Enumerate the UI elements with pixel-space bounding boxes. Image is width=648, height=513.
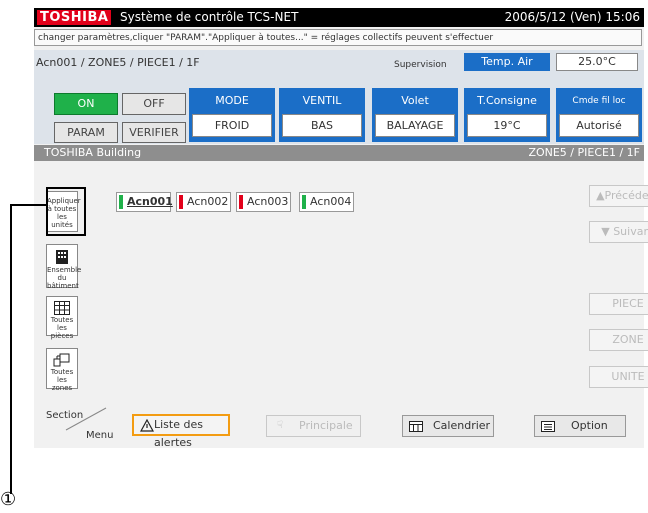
status-bar [239,195,243,209]
tab-label: Acn002 [187,195,229,208]
temp-air-value: 25.0°C [556,53,638,71]
grid-icon [54,301,70,315]
principale-icon: ☟ [277,420,284,431]
location-bar: TOSHIBA Building ZONE5 / PIECE1 / 1F [34,145,644,161]
consigne-control[interactable]: T.Consigne 19°C [464,88,550,142]
all-zones-button[interactable]: Toutes les zones [46,348,78,392]
app-title: Système de contrôle TCS-NET [120,10,299,24]
info-message: changer paramètres,cliquer "PARAM"."Appl… [34,29,642,46]
status-bar [119,195,123,209]
warning-icon [140,419,154,432]
volet-control[interactable]: Volet BALAYAGE [372,88,458,142]
principale-label: Principale [299,419,353,432]
ventil-control[interactable]: VENTIL BAS [279,88,365,142]
zone-button[interactable]: ZONE [589,329,648,351]
param-button[interactable]: PARAM [54,122,118,143]
status-bar [179,195,183,209]
building-name: TOSHIBA Building [44,146,142,159]
temp-air-label: Temp. Air [464,53,550,71]
cmde-fil-control[interactable]: Cmde fil loc Autorisé [556,88,642,142]
building-all-label: Ensemble du bâtiment [47,266,82,290]
tab-acn002[interactable]: Acn002 [176,192,231,212]
tab-acn003[interactable]: Acn003 [236,192,291,212]
unit-control-panel: Acn001 / ZONE5 / PIECE1 / 1F Supervision… [34,50,644,144]
zones-icon [53,353,70,367]
unite-button[interactable]: UNITE [589,366,648,388]
tab-label: Acn003 [247,195,289,208]
zone-path: ZONE5 / PIECE1 / 1F [528,146,640,159]
app-window: TOSHIBA Système de contrôle TCS-NET 2006… [34,8,648,449]
off-button[interactable]: OFF [122,93,186,115]
building-all-button[interactable]: Ensemble du bâtiment [46,244,82,290]
tab-label: Acn001 [127,195,173,208]
all-rooms-label: Toutes les pièces [50,316,74,340]
next-button[interactable]: ▼ Suivant [589,221,648,243]
unit-path: Acn001 / ZONE5 / PIECE1 / 1F [36,56,200,69]
alerts-label: Liste des alertes [154,418,203,449]
tab-acn001[interactable]: Acn001 [116,192,173,212]
supervision-label: Supervision [394,60,447,70]
consigne-value: 19°C [467,114,547,137]
menu-label: Menu [86,430,114,441]
callout-highlight [46,187,86,236]
volet-label: Volet [401,94,429,107]
callout-number: ① [0,489,17,510]
title-bar: TOSHIBA Système de contrôle TCS-NET 2006… [34,8,644,27]
cmde-value: Autorisé [559,114,639,137]
volet-value: BALAYAGE [375,114,455,137]
verifier-button[interactable]: VERIFIER [122,122,186,143]
calendrier-button[interactable]: Calendrier [402,415,494,437]
option-label: Option [571,419,608,432]
ventil-label: VENTIL [302,94,342,107]
mode-control[interactable]: MODE FROID [189,88,275,142]
on-button[interactable]: ON [54,93,118,115]
option-icon [541,421,555,432]
consigne-label: T.Consigne [477,94,537,107]
principale-button[interactable]: ☟ Principale [266,415,361,437]
callout-line-vertical [10,204,12,494]
piece-button[interactable]: PIECE [589,293,648,315]
alerts-button[interactable]: Liste des alertes [132,414,230,449]
previous-button[interactable]: ▲Précédent [589,185,648,207]
toshiba-logo: TOSHIBA [37,10,112,25]
building-icon [56,250,68,264]
ventil-value: BAS [282,114,362,137]
status-bar [302,195,306,209]
calendrier-label: Calendrier [433,419,491,432]
tab-acn004[interactable]: Acn004 [299,192,354,212]
cmde-label: Cmde fil loc [572,96,626,106]
date-time: 2006/5/12 (Ven) 15:06 [504,10,640,24]
option-button[interactable]: Option [534,415,626,437]
all-rooms-button[interactable]: Toutes les pièces [46,296,78,340]
callout-line-horizontal [10,204,46,206]
calendar-icon [409,421,423,432]
mode-label: MODE [215,94,249,107]
all-zones-label: Toutes les zones [50,368,74,392]
mode-value: FROID [192,114,272,137]
tab-label: Acn004 [310,195,352,208]
